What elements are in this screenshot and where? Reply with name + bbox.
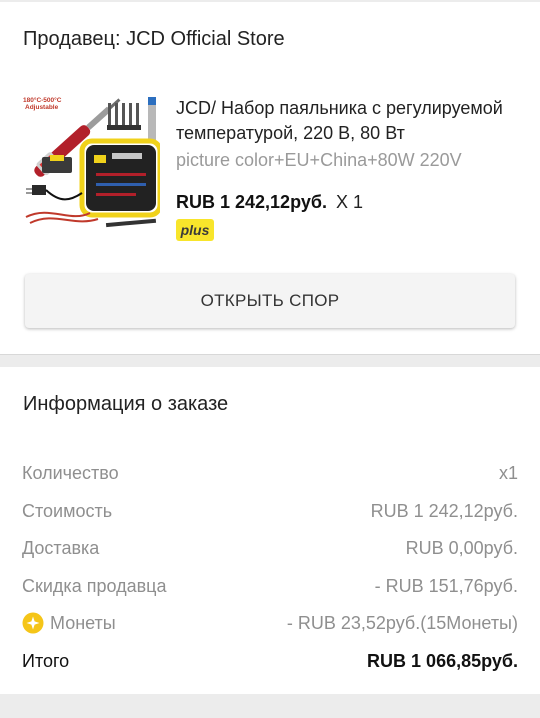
product-variant: picture color+EU+China+80W 220V (176, 150, 462, 170)
open-dispute-button[interactable]: ОТКРЫТЬ СПОР (25, 274, 515, 328)
product-price-row: RUB 1 242,12руб. X 1 (176, 192, 363, 213)
coins-value: - RUB 23,52руб.(15Монеты) (286, 613, 518, 633)
cost-row: Стоимость RUB 1 242,12руб. (22, 499, 518, 523)
order-detail-page: Продавец: JCD Official Store 180°C-500°C… (0, 0, 540, 718)
product-name[interactable]: JCD/ Набор паяльника с регулируемой темп… (176, 96, 521, 146)
plus-badge: plus (176, 219, 214, 241)
soldering-kit-photo: 180°C-500°C Adjustable (20, 93, 160, 233)
seller-title[interactable]: Продавец: JCD Official Store (23, 28, 285, 51)
total-row: Итого RUB 1 066,85руб. (22, 649, 518, 673)
cost-label: Стоимость (22, 501, 113, 521)
total-label: Итого (22, 651, 70, 671)
seller-discount-row: Скидка продавца - RUB 151,76руб. (22, 574, 518, 598)
shipping-row: Доставка RUB 0,00руб. (22, 536, 518, 560)
svg-text:Adjustable: Adjustable (25, 104, 59, 111)
order-info-section: Информация о заказе Количество x1 Стоимо… (0, 367, 540, 694)
quantity-value: x1 (498, 463, 518, 483)
coin-icon (22, 612, 44, 634)
shipping-value: RUB 0,00руб. (405, 538, 518, 558)
cost-value: RUB 1 242,12руб. (370, 501, 518, 521)
product-image[interactable]: 180°C-500°C Adjustable (20, 93, 160, 233)
product-quantity: X 1 (335, 192, 363, 212)
product-price: RUB 1 242,12руб. (176, 192, 327, 212)
seller-section: Продавец: JCD Official Store 180°C-500°C… (0, 2, 540, 355)
image-caption-text: 180°C-500°C (23, 96, 62, 104)
shipping-label: Доставка (22, 538, 100, 558)
quantity-row: Количество x1 (22, 461, 518, 485)
coins-row: Монеты - RUB 23,52руб.(15Монеты) (22, 611, 518, 635)
coins-label: Монеты (50, 613, 116, 633)
quantity-label: Количество (22, 463, 119, 483)
seller-discount-label: Скидка продавца (22, 576, 167, 596)
seller-discount-value: - RUB 151,76руб. (374, 576, 518, 596)
total-value: RUB 1 066,85руб. (367, 651, 518, 671)
order-info-title: Информация о заказе (23, 393, 229, 415)
